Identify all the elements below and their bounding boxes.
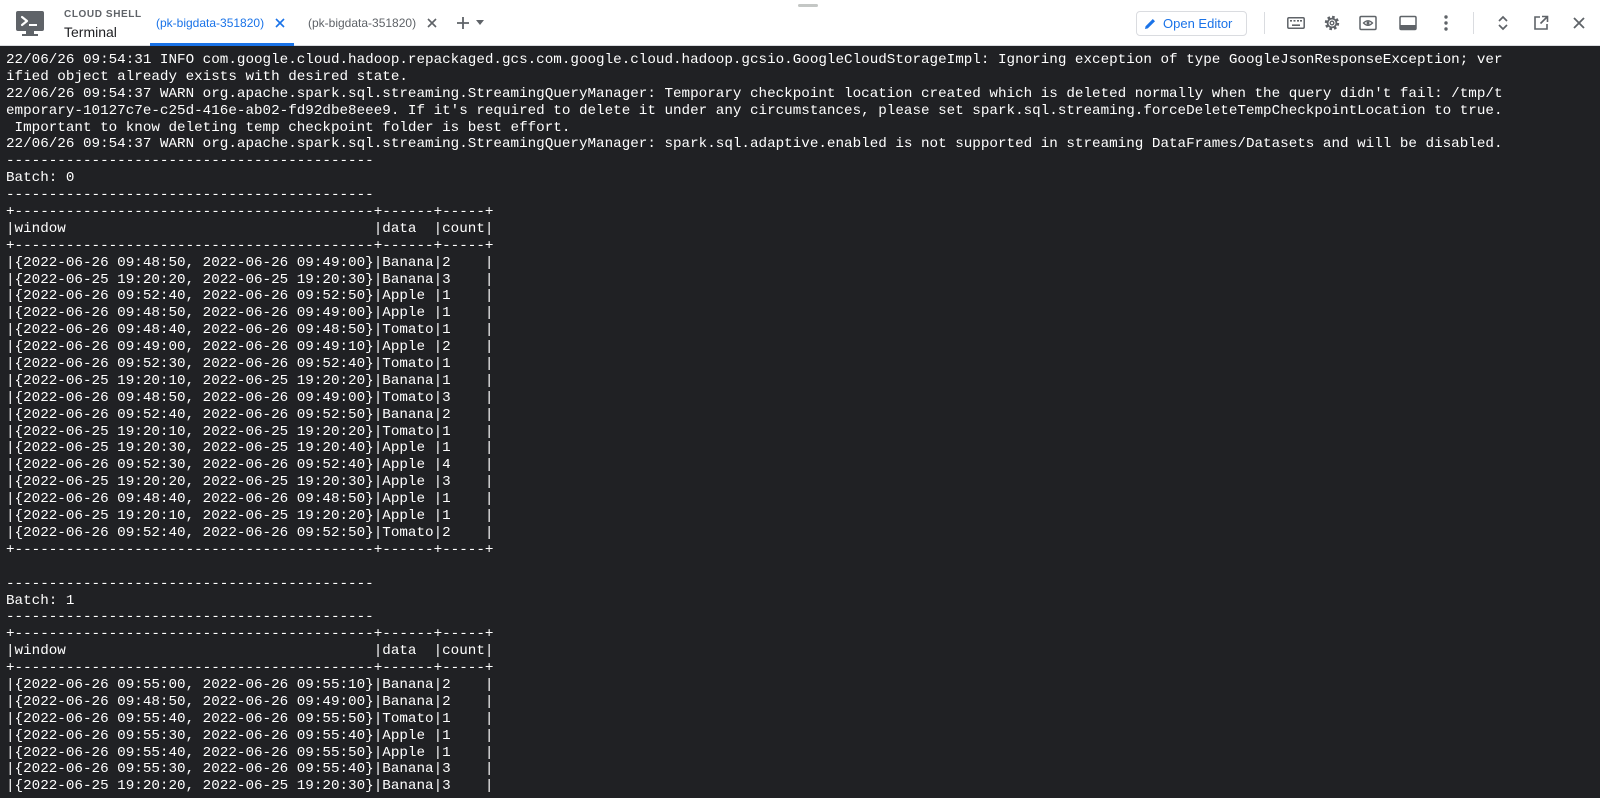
terminal-line: |{2022-06-26 09:48:50, 2022-06-26 09:49:… (6, 254, 494, 271)
web-preview-icon[interactable] (1357, 12, 1379, 34)
product-name: CLOUD SHELL (64, 9, 142, 20)
terminal-line: ----------------------------------------… (6, 187, 374, 204)
terminal-line: +---------------------------------------… (6, 626, 494, 643)
tab-label: (pk-bigdata-351820) (308, 16, 417, 30)
chevron-down-icon (476, 20, 484, 25)
terminal-line: |{2022-06-26 09:48:50, 2022-06-26 09:49:… (6, 389, 494, 406)
terminal-line: +---------------------------------------… (6, 237, 494, 254)
cloud-shell-header: CLOUD SHELL Terminal (pk-bigdata-351820)… (0, 0, 1600, 46)
terminal-line: |{2022-06-25 19:20:10, 2022-06-25 19:20:… (6, 423, 494, 440)
close-tab-icon[interactable] (272, 15, 288, 31)
add-tab-button[interactable] (456, 13, 496, 33)
terminal-output: 22/06/26 09:54:31 INFO com.google.cloud.… (0, 46, 1600, 795)
tab-session-2[interactable]: (pk-bigdata-351820) (302, 0, 446, 46)
terminal-line: +---------------------------------------… (6, 541, 494, 558)
terminal-line: ----------------------------------------… (6, 153, 374, 170)
plus-icon (457, 17, 469, 29)
close-icon[interactable] (1568, 12, 1590, 34)
terminal-line: |{2022-06-26 09:55:30, 2022-06-26 09:55:… (6, 761, 494, 778)
terminal-line: |{2022-06-25 19:20:20, 2022-06-25 19:20:… (6, 778, 494, 795)
terminal-line: emporary-10127c7e-c25d-416e-ab02-fd92dbe… (6, 102, 1503, 119)
terminal-line: |{2022-06-26 09:52:40, 2022-06-26 09:52:… (6, 406, 494, 423)
terminal-line: |{2022-06-26 09:49:00, 2022-06-26 09:49:… (6, 339, 494, 356)
tab-label: (pk-bigdata-351820) (156, 16, 265, 30)
terminal-line: |{2022-06-25 19:20:10, 2022-06-25 19:20:… (6, 508, 494, 525)
section-name: Terminal (64, 24, 117, 40)
terminal-line: |{2022-06-26 09:55:40, 2022-06-26 09:55:… (6, 710, 494, 727)
terminal-line: ----------------------------------------… (6, 575, 374, 592)
terminal-line: |{2022-06-26 09:52:30, 2022-06-26 09:52:… (6, 457, 494, 474)
terminal-line: Batch: 0 (6, 170, 75, 187)
pencil-icon (1145, 18, 1155, 29)
toolbar-divider (1264, 12, 1265, 34)
toolbar-divider (1473, 12, 1474, 34)
terminal-line: Batch: 1 (6, 592, 75, 609)
terminal-line: |window |data |count| (6, 643, 494, 660)
keyboard-icon[interactable] (1285, 12, 1307, 34)
terminal-line: |{2022-06-26 09:48:50, 2022-06-26 09:49:… (6, 693, 494, 710)
terminal-line: ified object already exists with desired… (6, 68, 408, 85)
resize-drag-handle[interactable] (798, 4, 818, 7)
terminal-line: |{2022-06-25 19:20:20, 2022-06-25 19:20:… (6, 271, 494, 288)
settings-icon[interactable] (1321, 12, 1343, 34)
open-editor-label: Open Editor (1163, 16, 1233, 31)
terminal-line: ----------------------------------------… (6, 609, 374, 626)
terminal-line: |{2022-06-26 09:48:40, 2022-06-26 09:48:… (6, 322, 494, 339)
terminal-line: |{2022-06-26 09:55:40, 2022-06-26 09:55:… (6, 744, 494, 761)
terminal-line: |window |data |count| (6, 220, 494, 237)
terminal-line: Important to know deleting temp checkpoi… (6, 119, 571, 136)
terminal-line: 22/06/26 09:54:37 WARN org.apache.spark.… (6, 85, 1503, 102)
terminal-line: |{2022-06-26 09:52:40, 2022-06-26 09:52:… (6, 524, 494, 541)
open-editor-button[interactable]: Open Editor (1136, 11, 1247, 36)
more-vert-icon[interactable] (1435, 12, 1457, 34)
restore-size-icon[interactable] (1492, 12, 1514, 34)
terminal-line: |{2022-06-26 09:48:50, 2022-06-26 09:49:… (6, 305, 494, 322)
terminal-layout-icon[interactable] (1397, 12, 1419, 34)
terminal-line: |{2022-06-26 09:55:00, 2022-06-26 09:55:… (6, 676, 494, 693)
terminal-line: +---------------------------------------… (6, 660, 494, 677)
terminal-line: |{2022-06-25 19:20:10, 2022-06-25 19:20:… (6, 372, 494, 389)
close-tab-icon[interactable] (424, 15, 440, 31)
terminal-line: |{2022-06-26 09:52:40, 2022-06-26 09:52:… (6, 288, 494, 305)
terminal-line: 22/06/26 09:54:37 WARN org.apache.spark.… (6, 136, 1503, 153)
terminal-line: +---------------------------------------… (6, 204, 494, 221)
terminal-window[interactable]: 22/06/26 09:54:31 INFO com.google.cloud.… (0, 46, 1600, 798)
terminal-line: |{2022-06-26 09:52:30, 2022-06-26 09:52:… (6, 356, 494, 373)
terminal-line: |{2022-06-25 19:20:20, 2022-06-25 19:20:… (6, 474, 494, 491)
cloud-shell-logo-icon (16, 11, 44, 36)
terminal-line: 22/06/26 09:54:31 INFO com.google.cloud.… (6, 52, 1503, 68)
terminal-line: |{2022-06-26 09:55:30, 2022-06-26 09:55:… (6, 727, 494, 744)
open-new-window-icon[interactable] (1530, 12, 1552, 34)
terminal-line: |{2022-06-26 09:48:40, 2022-06-26 09:48:… (6, 491, 494, 508)
tab-session-1[interactable]: (pk-bigdata-351820) (150, 0, 294, 46)
terminal-line: |{2022-06-25 19:20:30, 2022-06-25 19:20:… (6, 440, 494, 457)
